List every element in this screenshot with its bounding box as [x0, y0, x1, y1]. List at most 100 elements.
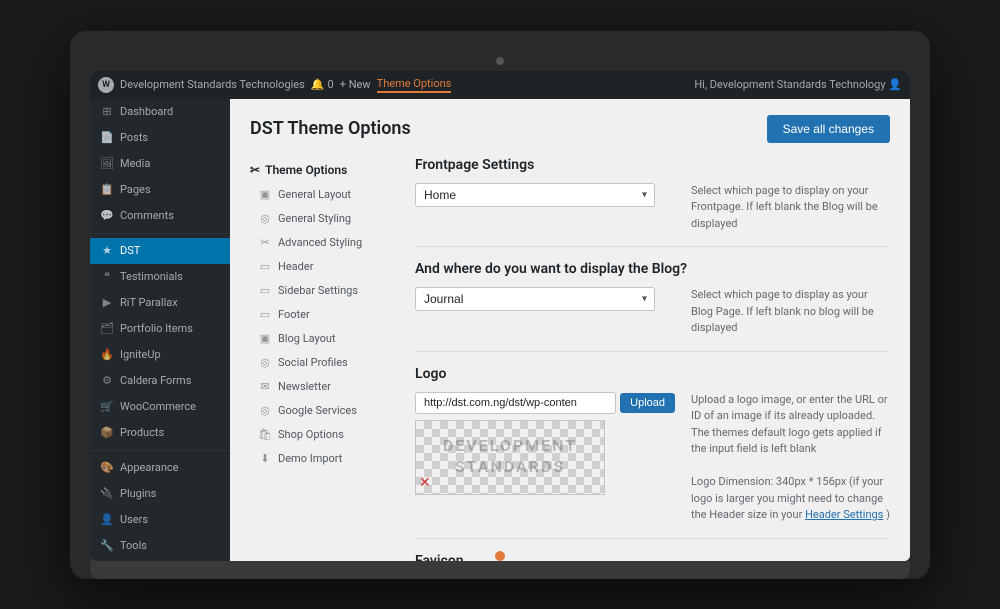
sidebar-item-tools[interactable]: 🔧 Tools: [90, 533, 230, 559]
blog-field-left: Journal Blog News ▾: [415, 287, 675, 311]
page-title: DST Theme Options: [250, 118, 411, 139]
submenu-google-services[interactable]: ◎ Google Services: [250, 399, 395, 423]
submenu-demo-import[interactable]: ⬇ Demo Import: [250, 447, 395, 471]
submenu-header[interactable]: ▭ Header: [250, 255, 395, 279]
submenu-general-styling[interactable]: ◎ General Styling: [250, 207, 395, 231]
products-icon: 📦: [100, 426, 114, 440]
submenu-shop-options[interactable]: 🛍 Shop Options: [250, 423, 395, 447]
sidebar-item-plugins[interactable]: 🔌 Plugins: [90, 481, 230, 507]
testimonials-icon: ❝: [100, 270, 114, 284]
sidebar: ⊞ Dashboard 📄 Posts 🖼 Media 📋 Pages: [90, 99, 230, 561]
dst-icon: ★: [100, 244, 114, 258]
media-icon: 🖼: [100, 157, 114, 171]
posts-icon: 📄: [100, 131, 114, 145]
sidebar-item-pages[interactable]: 📋 Pages: [90, 177, 230, 203]
appearance-icon: 🎨: [100, 461, 114, 475]
divider-2: [415, 351, 890, 352]
general-layout-icon: ▣: [258, 188, 272, 202]
logo-url-input[interactable]: [415, 392, 616, 414]
sidebar-item-media[interactable]: 🖼 Media: [90, 151, 230, 177]
dashboard-icon: ⊞: [100, 105, 114, 119]
frontpage-section-title: Frontpage Settings: [415, 157, 890, 173]
blog-help-text: Select which page to display as your Blo…: [691, 287, 890, 337]
sidebar-settings-icon: ▭: [258, 284, 272, 298]
submenu-blog-layout[interactable]: ▣ Blog Layout: [250, 327, 395, 351]
header-icon: ▭: [258, 260, 272, 274]
comments-icon: 💬: [100, 209, 114, 223]
sidebar-item-users[interactable]: 👤 Users: [90, 507, 230, 533]
sidebar-item-woocommerce[interactable]: 🛒 WooCommerce: [90, 394, 230, 420]
submenu-social-profiles[interactable]: ◎ Social Profiles: [250, 351, 395, 375]
sidebar-divider-1: [90, 233, 230, 234]
plugins-icon: 🔌: [100, 487, 114, 501]
sidebar-item-igniteup[interactable]: 🔥 IgniteUp: [90, 342, 230, 368]
divider-1: [415, 246, 890, 247]
frontpage-select[interactable]: Home About Contact Blog: [415, 183, 655, 207]
wp-logo-icon[interactable]: W: [98, 77, 114, 93]
frontpage-field-row: Home About Contact Blog ▾ Select which p…: [415, 183, 890, 233]
shop-options-icon: 🛍: [258, 428, 272, 442]
submenu-sidebar-settings[interactable]: ▭ Sidebar Settings: [250, 279, 395, 303]
general-styling-icon: ◎: [258, 212, 272, 226]
submenu-advanced-styling[interactable]: ✂ Advanced Styling: [250, 231, 395, 255]
page-header: DST Theme Options Save all changes: [250, 115, 890, 143]
admin-bar-theme-options[interactable]: Theme Options: [377, 77, 452, 93]
logo-delete-icon[interactable]: ✕: [419, 475, 431, 491]
blog-section-title: And where do you want to display the Blo…: [415, 261, 890, 277]
divider-3: [415, 538, 890, 539]
logo-upload-button[interactable]: Upload: [620, 393, 675, 413]
settings-submenu: ✂ Theme Options ▣ General Layout ◎ Gener…: [250, 157, 395, 561]
portfolio-icon: 🗂: [100, 322, 114, 336]
content-area: DST Theme Options Save all changes ✂ The…: [230, 99, 910, 561]
sidebar-divider-2: [90, 450, 230, 451]
sidebar-item-dashboard[interactable]: ⊞ Dashboard: [90, 99, 230, 125]
submenu-newsletter[interactable]: ✉ Newsletter: [250, 375, 395, 399]
sidebar-item-comments[interactable]: 💬 Comments: [90, 203, 230, 229]
users-icon: 👤: [100, 513, 114, 527]
logo-field-left: Upload Development Standards ✕: [415, 392, 675, 495]
sidebar-item-testimonials[interactable]: ❝ Testimonials: [90, 264, 230, 290]
caldera-icon: ⚙: [100, 374, 114, 388]
pages-icon: 📋: [100, 183, 114, 197]
sidebar-item-rit-parallax[interactable]: ▶ RiT Parallax: [90, 290, 230, 316]
sidebar-item-caldera[interactable]: ⚙ Caldera Forms: [90, 368, 230, 394]
google-services-icon: ◎: [258, 404, 272, 418]
frontpage-select-wrapper: Home About Contact Blog ▾: [415, 183, 655, 207]
demo-import-icon: ⬇: [258, 452, 272, 466]
woocommerce-icon: 🛒: [100, 400, 114, 414]
bell-icon: 🔔: [311, 78, 325, 91]
frontpage-field-left: Home About Contact Blog ▾: [415, 183, 675, 207]
admin-bar-right: Hi, Development Standards Technology 👤: [694, 78, 902, 91]
laptop-base: [90, 561, 910, 579]
footer-icon: ▭: [258, 308, 272, 322]
save-all-button[interactable]: Save all changes: [767, 115, 890, 143]
header-settings-link[interactable]: Header Settings: [805, 508, 883, 521]
social-profiles-icon: ◎: [258, 356, 272, 370]
sidebar-item-dst[interactable]: ★ DST: [90, 238, 230, 264]
submenu-footer[interactable]: ▭ Footer: [250, 303, 395, 327]
submenu-general-layout[interactable]: ▣ General Layout: [250, 183, 395, 207]
sidebar-item-products[interactable]: 📦 Products: [90, 420, 230, 446]
blog-select[interactable]: Journal Blog News: [415, 287, 655, 311]
admin-bar-left: W Development Standards Technologies 🔔 0…: [98, 77, 694, 93]
blog-select-wrapper: Journal Blog News ▾: [415, 287, 655, 311]
logo-preview: Development Standards ✕: [415, 420, 605, 495]
wrench-icon: ✂: [250, 163, 260, 177]
igniteup-icon: 🔥: [100, 348, 114, 362]
admin-bar-new[interactable]: + New: [340, 78, 371, 91]
blog-field-row: Journal Blog News ▾ Select which page to…: [415, 287, 890, 337]
sidebar-item-appearance[interactable]: 🎨 Appearance: [90, 455, 230, 481]
tools-icon: 🔧: [100, 539, 114, 553]
sidebar-item-settings[interactable]: ⚙ Settings: [90, 559, 230, 561]
scroll-indicator: [495, 551, 505, 561]
admin-bar-notifications[interactable]: 🔔 0: [311, 78, 334, 91]
logo-section-title: Logo: [415, 366, 890, 382]
settings-main-content: Frontpage Settings Home About Contact Bl: [415, 157, 890, 561]
admin-bar-site[interactable]: Development Standards Technologies: [120, 78, 305, 91]
sidebar-item-posts[interactable]: 📄 Posts: [90, 125, 230, 151]
favicon-section-title: Favicon: [415, 553, 890, 561]
advanced-styling-icon: ✂: [258, 236, 272, 250]
user-icon: 👤: [888, 78, 902, 91]
sidebar-item-portfolio[interactable]: 🗂 Portfolio Items: [90, 316, 230, 342]
logo-field-row: Upload Development Standards ✕: [415, 392, 890, 524]
